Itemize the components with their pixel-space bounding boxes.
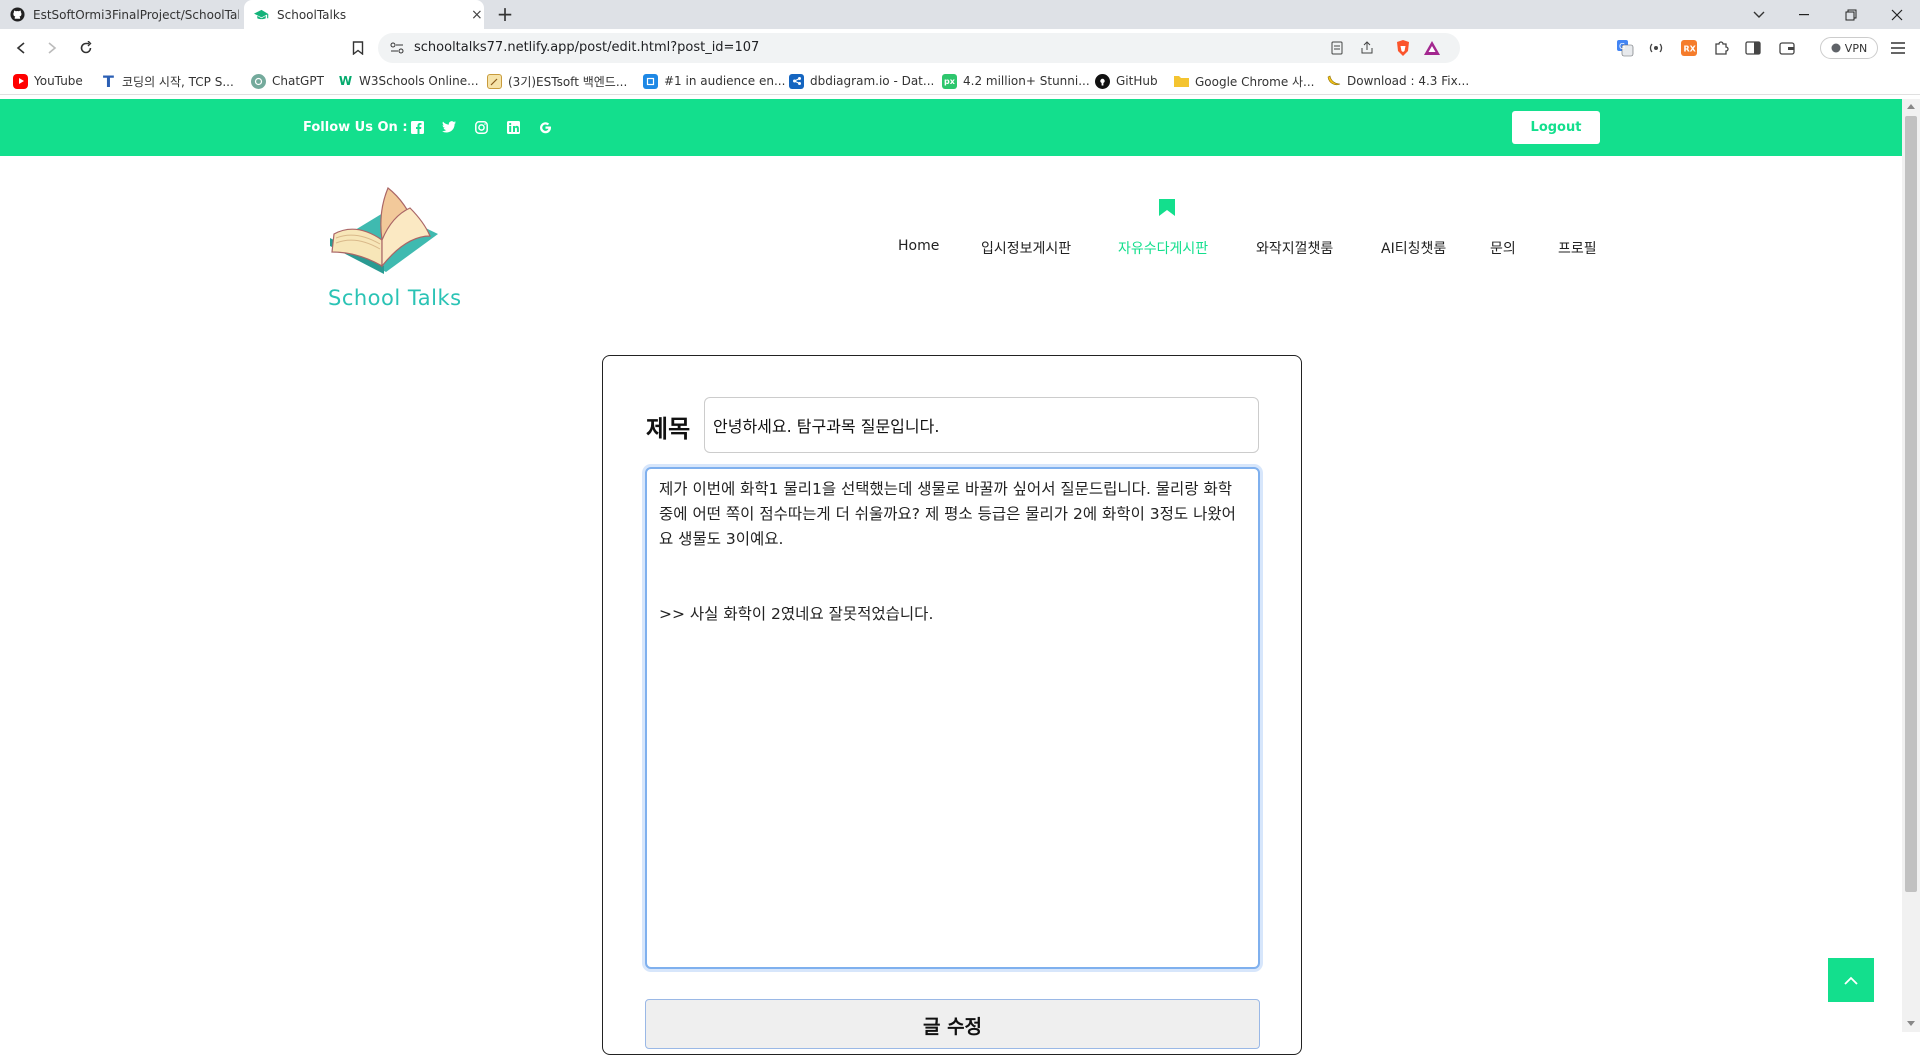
reader-mode-icon[interactable]	[1328, 39, 1346, 57]
logout-button[interactable]: Logout	[1512, 111, 1600, 144]
restore-icon[interactable]	[1828, 0, 1874, 29]
bookmark-label: Download : 4.3 Fix...	[1347, 74, 1470, 88]
tab-title: SchoolTalks	[277, 7, 347, 22]
url-text: schooltalks77.netlify.app/post/edit.html…	[414, 40, 760, 55]
scroll-thumb[interactable]	[1905, 116, 1917, 892]
banana-icon	[1326, 74, 1341, 89]
chevron-up-icon	[1844, 976, 1858, 985]
browser-tab-bar: EstSoftOrmi3FinalProject/SchoolTalks Sch…	[0, 0, 1920, 29]
bookmark-label: dbdiagram.io - Dat...	[810, 74, 935, 88]
bookmark-folder-chrome[interactable]: Google Chrome 사...	[1174, 72, 1315, 90]
nav-free-board[interactable]: 자유수다게시판	[1118, 238, 1208, 258]
w3schools-icon: W	[338, 74, 353, 88]
extension-broadcast-icon[interactable]	[1646, 38, 1666, 58]
nav-chat-room[interactable]: 와작지껄챗룸	[1256, 238, 1333, 258]
extensions-puzzle-icon[interactable]	[1711, 38, 1731, 58]
bookmark-label: YouTube	[34, 74, 83, 88]
browser-tab-schooltalks[interactable]: SchoolTalks ×	[244, 0, 484, 29]
bookmark-label: #1 in audience en...	[664, 74, 786, 88]
follow-us-label: Follow Us On :	[303, 120, 408, 135]
nav-ai-chat-room[interactable]: AI티칭챗룸	[1381, 238, 1446, 258]
youtube-icon	[13, 73, 28, 89]
slido-icon	[643, 73, 658, 89]
scroll-up-arrow-icon[interactable]	[1907, 104, 1915, 109]
instagram-icon[interactable]	[473, 119, 489, 135]
browser-toolbar: schooltalks77.netlify.app/post/edit.html…	[0, 29, 1920, 66]
bookmark-chatgpt[interactable]: ChatGPT	[251, 72, 324, 90]
tab-title: EstSoftOrmi3FinalProject/SchoolTalks	[33, 7, 239, 22]
bookmark-label: GitHub	[1116, 74, 1158, 88]
bookmark-w3schools[interactable]: W W3Schools Online...	[338, 72, 479, 90]
svg-text:RX: RX	[1684, 45, 1697, 54]
minimize-icon[interactable]	[1782, 0, 1828, 29]
bookmark-label: ChatGPT	[272, 74, 324, 88]
vpn-status-icon	[1831, 43, 1841, 53]
bookmarks-bar: YouTube T 코딩의 시작, TCP S... ChatGPT W W3S…	[0, 66, 1920, 95]
site-info-icon[interactable]	[388, 39, 406, 57]
bookmark-label: (3기)ESTsoft 백엔드...	[508, 74, 628, 89]
title-input[interactable]	[704, 397, 1259, 453]
back-to-top-button[interactable]	[1828, 958, 1874, 1002]
site-top-bar: Follow Us On : Logout	[0, 99, 1902, 156]
bookmark-estsoft[interactable]: (3기)ESTsoft 백엔드...	[487, 72, 627, 90]
chatgpt-icon	[251, 73, 266, 89]
linkedin-icon[interactable]	[505, 119, 521, 135]
scroll-down-arrow-icon[interactable]	[1907, 1021, 1915, 1026]
bookmark-pixabay[interactable]: px 4.2 million+ Stunni...	[942, 72, 1090, 90]
bookmark-tcp-school[interactable]: T 코딩의 시작, TCP S...	[101, 71, 234, 91]
menu-icon[interactable]	[1888, 38, 1908, 58]
title-label: 제목	[646, 415, 691, 443]
dbdiagram-icon	[789, 73, 804, 89]
share-icon[interactable]	[1358, 39, 1376, 57]
page-scrollbar[interactable]	[1902, 99, 1920, 1032]
extension-orange-icon[interactable]: RX	[1679, 38, 1699, 58]
nav-inquiry[interactable]: 문의	[1490, 238, 1516, 258]
folder-icon	[1174, 74, 1189, 89]
bookmark-youtube[interactable]: YouTube	[13, 72, 83, 90]
nav-home[interactable]: Home	[898, 238, 939, 254]
twitter-icon[interactable]	[441, 119, 457, 135]
google-icon[interactable]	[537, 119, 553, 135]
browser-tab-github[interactable]: EstSoftOrmi3FinalProject/SchoolTalks	[0, 0, 244, 29]
wallet-icon[interactable]	[1777, 38, 1797, 58]
address-bar[interactable]: schooltalks77.netlify.app/post/edit.html…	[378, 33, 1460, 63]
bookmark-label: Google Chrome 사...	[1195, 74, 1315, 89]
logo-text[interactable]: School Talks	[328, 286, 462, 310]
content-textarea[interactable]: 제가 이번에 화학1 물리1을 선택했는데 생물로 바꿀까 싶어서 질문드립니다…	[645, 467, 1260, 969]
pixabay-icon: px	[942, 73, 957, 89]
nav-profile[interactable]: 프로필	[1558, 238, 1597, 258]
brave-rewards-icon[interactable]	[1423, 39, 1441, 57]
svg-text:G: G	[1619, 42, 1625, 51]
bookmark-label: W3Schools Online...	[359, 74, 479, 88]
edit-post-button[interactable]: 글 수정	[645, 999, 1260, 1049]
bookmark-github[interactable]: GitHub	[1095, 72, 1158, 90]
facebook-icon[interactable]	[409, 119, 425, 135]
translate-icon[interactable]: G	[1615, 38, 1635, 58]
github-icon	[1095, 73, 1110, 89]
forward-icon[interactable]	[40, 36, 64, 60]
tcp-school-icon: T	[103, 71, 114, 91]
tab-search-icon[interactable]	[1736, 0, 1782, 29]
notepad-icon	[487, 73, 502, 89]
bookmark-dbdiagram[interactable]: dbdiagram.io - Dat...	[789, 72, 934, 90]
close-tab-icon[interactable]: ×	[471, 7, 483, 23]
active-nav-flag-icon	[1159, 199, 1175, 216]
reload-icon[interactable]	[74, 36, 98, 60]
github-icon	[10, 7, 25, 22]
brave-shields-icon[interactable]	[1394, 39, 1412, 57]
back-icon[interactable]	[9, 36, 33, 60]
vpn-button[interactable]: VPN	[1820, 37, 1878, 59]
vpn-label: VPN	[1844, 41, 1868, 55]
nav-admission-board[interactable]: 입시정보게시판	[981, 238, 1071, 258]
sidebar-icon[interactable]	[1743, 38, 1763, 58]
bookmark-label: 4.2 million+ Stunni...	[963, 74, 1090, 88]
bookmark-icon[interactable]	[346, 36, 370, 60]
close-window-icon[interactable]	[1874, 0, 1920, 29]
logo-book-icon[interactable]	[326, 182, 446, 280]
bookmark-slido[interactable]: #1 in audience en...	[643, 72, 785, 90]
graduation-cap-icon	[254, 9, 269, 20]
bookmark-label: 코딩의 시작, TCP S...	[122, 74, 234, 89]
new-tab-button[interactable]: +	[494, 3, 516, 25]
bookmark-download[interactable]: Download : 4.3 Fix...	[1326, 72, 1469, 90]
